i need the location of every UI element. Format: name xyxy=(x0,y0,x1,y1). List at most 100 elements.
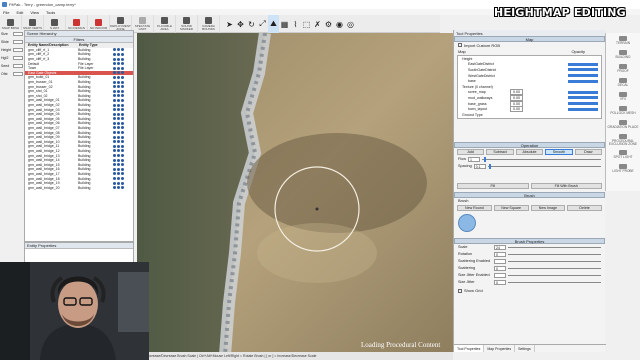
layer-icon[interactable] xyxy=(121,62,125,66)
layer-icon[interactable] xyxy=(121,57,125,61)
eye-icon[interactable] xyxy=(113,80,117,84)
layer-icon[interactable] xyxy=(121,48,125,52)
layer-icon[interactable] xyxy=(121,144,125,148)
brush-property-track[interactable] xyxy=(508,260,601,262)
camera-bounds-button[interactable]: CAMERA BOUNDS xyxy=(198,15,220,33)
lock-icon[interactable] xyxy=(117,98,121,102)
layer-icon[interactable] xyxy=(121,121,125,125)
eye-icon[interactable] xyxy=(113,103,117,107)
eye-icon[interactable] xyxy=(113,126,117,130)
layer-icon[interactable] xyxy=(121,154,125,158)
operation-absolute-button[interactable]: Absolute xyxy=(515,148,544,155)
brush-preview-thumbnail[interactable] xyxy=(458,213,476,232)
texture-tool-icon[interactable]: ▦ xyxy=(279,15,290,33)
eye-icon[interactable] xyxy=(113,85,117,89)
layer-icon[interactable] xyxy=(121,163,125,167)
opacity-slider[interactable] xyxy=(568,74,598,78)
layer-icon[interactable] xyxy=(121,98,125,102)
brush-property-row[interactable]: Size Jitter 0 xyxy=(454,279,605,286)
menu-tools[interactable]: Tools xyxy=(46,10,55,15)
opacity-slider[interactable] xyxy=(568,79,598,83)
lock-icon[interactable] xyxy=(117,181,121,185)
layer-icon[interactable] xyxy=(121,117,125,121)
eye-icon[interactable] xyxy=(113,121,117,125)
lock-icon[interactable] xyxy=(117,112,121,116)
rotate-icon[interactable]: ↻ xyxy=(246,15,257,33)
eye-icon[interactable] xyxy=(113,57,117,61)
eye-icon[interactable] xyxy=(113,89,117,93)
lock-icon[interactable] xyxy=(117,57,121,61)
lock-icon[interactable] xyxy=(117,144,121,148)
eye-icon[interactable] xyxy=(113,112,117,116)
fill-button[interactable]: Fill xyxy=(457,182,529,189)
select-arrow-icon[interactable]: ➤ xyxy=(224,15,235,33)
flow-thumb[interactable] xyxy=(484,156,487,162)
lock-icon[interactable] xyxy=(117,89,121,93)
zone-tool-icon[interactable]: ⬚ xyxy=(301,15,312,33)
globe-icon[interactable]: ◉ xyxy=(334,15,345,33)
layer-icon[interactable] xyxy=(121,186,125,190)
hierarchy-row[interactable]: grm_wall_bridge_20 Building xyxy=(25,185,133,190)
layer-icon[interactable] xyxy=(121,85,125,89)
layer-icon[interactable] xyxy=(121,131,125,135)
menu-view[interactable]: View xyxy=(30,10,39,15)
layer-icon[interactable] xyxy=(121,52,125,56)
setting-field[interactable] xyxy=(13,56,23,60)
operation-add-button[interactable]: Add xyxy=(457,148,485,155)
terrain-viewport[interactable]: Loading Procedural Content xyxy=(137,33,453,355)
layer-icon[interactable] xyxy=(121,108,125,112)
layer-icon[interactable] xyxy=(121,181,125,185)
eye-icon[interactable] xyxy=(113,62,117,66)
spacing-value[interactable]: 0.1 xyxy=(473,163,486,169)
palette-item-proof[interactable]: PROOF xyxy=(607,64,640,75)
lock-icon[interactable] xyxy=(117,149,121,153)
brush-property-track[interactable] xyxy=(508,253,601,255)
eye-icon[interactable] xyxy=(113,186,117,190)
layer-icon[interactable] xyxy=(121,177,125,181)
palette-item-decal[interactable]: DECAL xyxy=(607,78,640,89)
eye-icon[interactable] xyxy=(113,66,117,70)
brush-property-value[interactable] xyxy=(494,258,506,264)
lock-icon[interactable] xyxy=(117,163,121,167)
brush-property-value[interactable]: 0 xyxy=(494,251,506,257)
texture-layer-value[interactable]: 0.00 xyxy=(510,106,523,113)
eye-icon[interactable] xyxy=(113,131,117,135)
flow-value[interactable]: 1 xyxy=(468,156,481,162)
palette-item-vfx[interactable]: VFX xyxy=(607,92,640,103)
layer-icon[interactable] xyxy=(121,103,125,107)
brush-property-row[interactable]: Scattering Enabled xyxy=(454,258,605,265)
lock-icon[interactable] xyxy=(117,154,121,158)
layer-icon[interactable] xyxy=(121,71,125,75)
brush-property-value[interactable]: 0 xyxy=(494,265,506,271)
layer-icon[interactable] xyxy=(121,75,125,79)
eye-icon[interactable] xyxy=(113,71,117,75)
lock-icon[interactable] xyxy=(117,75,121,79)
lock-icon[interactable] xyxy=(117,66,121,70)
brush-property-value[interactable]: 0 xyxy=(494,279,506,285)
sound-marker-button[interactable]: SOUND MARKER xyxy=(176,15,198,33)
palette-item-spot-light[interactable]: SPOT LIGHT xyxy=(607,149,640,161)
layer-icon[interactable] xyxy=(121,80,125,84)
eye-icon[interactable] xyxy=(113,158,117,162)
layer-icon[interactable] xyxy=(121,89,125,93)
brush-new-square-button[interactable]: New Square xyxy=(493,204,529,211)
palette-item-building[interactable]: BUILDING xyxy=(607,50,640,61)
lock-icon[interactable] xyxy=(117,80,121,84)
lock-icon[interactable] xyxy=(117,117,121,121)
operation-smooth-button[interactable]: Smooth xyxy=(545,148,573,155)
setting-field[interactable] xyxy=(13,64,23,68)
lock-icon[interactable] xyxy=(117,71,121,75)
menu-file[interactable]: File xyxy=(3,10,9,15)
lock-icon[interactable] xyxy=(117,121,121,125)
lock-icon[interactable] xyxy=(117,167,121,171)
ground-type-group[interactable]: Ground Type xyxy=(458,112,601,118)
opacity-slider[interactable] xyxy=(568,107,598,111)
opacity-slider[interactable] xyxy=(568,102,598,106)
eye-icon[interactable] xyxy=(113,172,117,176)
opacity-slider[interactable] xyxy=(568,62,598,66)
flow-track[interactable] xyxy=(482,156,601,162)
palette-item-pollock-mesh[interactable]: POLLOCK MESH xyxy=(607,106,640,117)
operation-subtract-button[interactable]: Subtract xyxy=(486,148,514,155)
opacity-slider[interactable] xyxy=(568,68,598,72)
palette-item-terrain[interactable]: TERRAIN xyxy=(607,36,640,47)
